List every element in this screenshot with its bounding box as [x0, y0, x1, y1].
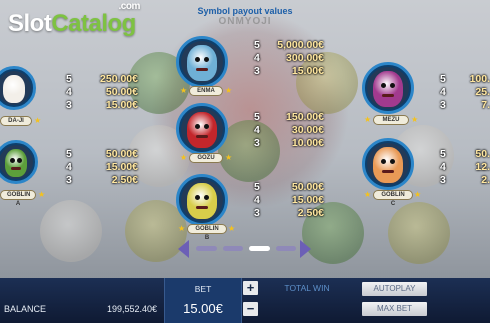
bet-value: 15.00€	[183, 301, 223, 316]
star-icon: ★	[411, 115, 419, 124]
symbol-goblin-b	[176, 174, 228, 226]
symbol-label: GOBLIN A ★	[0, 190, 46, 207]
payout-table: 5 100. 4 25. 3 7.	[440, 73, 490, 111]
symbol-label: DA-JI ★	[0, 116, 42, 128]
star-icon: ★	[364, 115, 372, 124]
symbol-goblin-c	[362, 138, 414, 190]
payout-table: 5 50.00€ 4 15.00€ 3 2.50€	[66, 148, 138, 186]
page-dot[interactable]	[222, 246, 243, 251]
background-symbol	[40, 200, 102, 262]
star-icon: ★	[414, 190, 422, 199]
payout-table: 5 150.00€ 4 30.00€ 3 10.00€	[254, 111, 324, 149]
goblin-b-face	[187, 183, 217, 219]
page-dot[interactable]	[196, 246, 217, 251]
next-page-arrow-icon[interactable]	[300, 240, 311, 258]
symbol-gozu	[176, 103, 228, 155]
symbol-goblin-a	[0, 140, 38, 184]
page-dot-active[interactable]	[249, 246, 270, 251]
symbol-label: ★ GOBLIN B ★	[178, 224, 236, 241]
page-indicator	[196, 246, 296, 252]
gozu-face	[187, 112, 217, 148]
star-icon: ★	[180, 153, 188, 162]
background-symbol	[388, 202, 450, 264]
star-icon: ★	[180, 86, 188, 95]
goblin-a-face	[5, 149, 27, 177]
page-dot[interactable]	[275, 246, 296, 251]
symbol-enma	[176, 36, 228, 88]
symbol-label: ★ GOZU ★	[180, 153, 233, 163]
mezu-face	[373, 71, 403, 107]
decrease-bet-button[interactable]: −	[243, 302, 258, 316]
payout-table: 5 50.00€ 4 15.00€ 3 2.50€	[254, 181, 324, 219]
total-win-label: TOTAL WIN	[284, 283, 330, 293]
star-icon: ★	[34, 116, 42, 125]
da-ji-face	[3, 75, 25, 103]
game-logo: ONMYOJI	[218, 16, 272, 27]
symbol-label: ★ MEZU ★	[364, 115, 419, 125]
bet-label: BET	[194, 284, 212, 294]
increase-bet-button[interactable]: +	[243, 281, 258, 295]
symbol-label: ★ ENMA ★	[180, 86, 233, 96]
star-icon: ★	[364, 190, 372, 199]
balance-value: 199,552.40€	[106, 304, 157, 314]
star-icon: ★	[228, 224, 236, 233]
payout-table: 5 250.00€ 4 50.00€ 3 15.00€	[66, 73, 138, 111]
star-icon: ★	[225, 153, 233, 162]
paytable-screen: SlotCatalog .com Symbol payout values ON…	[0, 0, 490, 278]
goblin-c-face	[373, 147, 403, 183]
balance-label: BALANCE	[4, 304, 47, 314]
star-icon: ★	[178, 224, 186, 233]
symbol-da-ji	[0, 66, 36, 110]
star-icon: ★	[38, 190, 46, 199]
payout-table: 5 5,000.00€ 4 300.00€ 3 15.00€	[254, 39, 324, 77]
payout-table: 5 50. 4 12. 3 2.	[440, 148, 490, 186]
max-bet-button[interactable]: MAX BET	[362, 302, 427, 316]
star-icon: ★	[225, 86, 233, 95]
page-title: Symbol payout values	[197, 6, 293, 16]
enma-face	[187, 45, 217, 81]
symbol-label: ★ GOBLIN C ★	[364, 190, 422, 207]
previous-page-arrow-icon[interactable]	[178, 240, 189, 258]
symbol-mezu	[362, 62, 414, 114]
autoplay-button[interactable]: AUTOPLAY	[362, 282, 427, 296]
